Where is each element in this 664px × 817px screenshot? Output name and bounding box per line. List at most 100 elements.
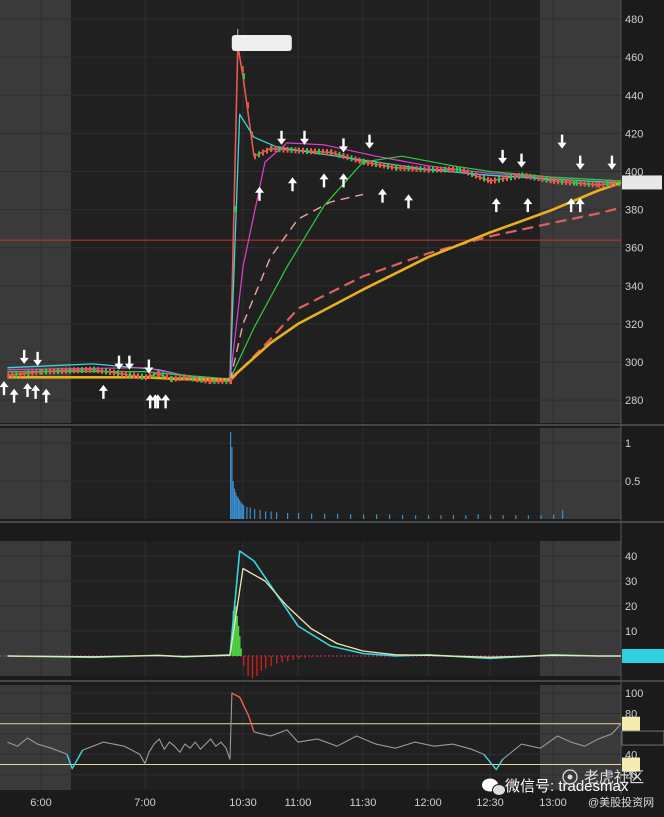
price-candle bbox=[375, 161, 377, 168]
price-axis-tick-label: 380 bbox=[625, 205, 643, 217]
price-candle bbox=[367, 159, 369, 166]
price-candle bbox=[65, 367, 67, 374]
stock-chart[interactable]: 2803003203403603804004204404604800.51102… bbox=[0, 0, 664, 817]
volume-bar bbox=[350, 514, 352, 519]
price-candle bbox=[350, 155, 353, 162]
price-candle bbox=[314, 148, 316, 155]
price-candle bbox=[565, 179, 567, 186]
price-candle bbox=[187, 374, 190, 381]
price-candle bbox=[440, 166, 442, 173]
volume-bar bbox=[311, 513, 313, 519]
price-candle bbox=[583, 180, 586, 187]
price-candle bbox=[196, 376, 199, 383]
price-candle bbox=[61, 367, 63, 374]
volume-bar bbox=[402, 515, 404, 519]
volume-bar bbox=[265, 511, 267, 519]
price-candle bbox=[278, 146, 281, 153]
price-candle bbox=[459, 166, 461, 173]
price-candle bbox=[11, 371, 14, 378]
macd-histogram-bar bbox=[317, 656, 319, 657]
volume-bar bbox=[233, 488, 236, 519]
price-candle bbox=[525, 173, 528, 180]
price-candle bbox=[448, 166, 450, 173]
macd-histogram-bar bbox=[281, 656, 283, 663]
price-candle bbox=[363, 158, 365, 165]
volume-bar bbox=[276, 512, 278, 519]
price-candle bbox=[423, 166, 426, 173]
price-candle bbox=[510, 174, 512, 181]
price-candle bbox=[121, 370, 123, 377]
price-candle bbox=[490, 178, 492, 185]
volume-bar bbox=[428, 515, 430, 519]
price-candle bbox=[254, 153, 256, 160]
price-candle bbox=[85, 366, 87, 373]
volume-bar bbox=[240, 502, 242, 519]
price-candle bbox=[73, 367, 75, 374]
macd-histogram-bar bbox=[237, 626, 240, 656]
price-candle bbox=[270, 145, 273, 152]
price-candle bbox=[157, 370, 160, 377]
price-candle bbox=[241, 66, 244, 73]
price-candle bbox=[230, 378, 232, 385]
volume-bar bbox=[502, 515, 504, 519]
price-candle bbox=[31, 369, 34, 376]
macd-histogram-bar bbox=[324, 656, 326, 657]
price-candle bbox=[174, 375, 177, 382]
price-axis-tick-label: 360 bbox=[625, 243, 643, 255]
price-candle bbox=[69, 367, 71, 374]
price-axis-tick-label: 320 bbox=[625, 319, 643, 331]
price-candle bbox=[97, 367, 99, 374]
price-candle bbox=[533, 174, 536, 181]
price-candle bbox=[573, 179, 575, 186]
price-candle bbox=[322, 148, 324, 155]
volume-bar bbox=[527, 515, 529, 519]
price-candle bbox=[298, 147, 300, 154]
volume-bar bbox=[562, 509, 564, 519]
price-candle bbox=[330, 149, 333, 156]
price-candle bbox=[553, 178, 555, 185]
price-candle bbox=[514, 173, 516, 180]
volume-bar bbox=[235, 492, 237, 519]
price-candle bbox=[415, 165, 418, 172]
macd-histogram-bar bbox=[239, 636, 241, 656]
volume-bar bbox=[232, 481, 234, 519]
price-candle bbox=[579, 180, 582, 187]
price-candle bbox=[342, 152, 345, 159]
price-candle bbox=[537, 175, 540, 182]
time-axis-label: 12:30 bbox=[476, 797, 504, 809]
price-candle bbox=[463, 168, 465, 175]
time-axis-label: 12:00 bbox=[414, 797, 442, 809]
volume-bar bbox=[490, 515, 492, 519]
price-candle bbox=[57, 367, 59, 374]
price-candle bbox=[506, 175, 508, 182]
price-candle bbox=[610, 180, 613, 187]
volume-bar bbox=[287, 512, 289, 519]
volume-bar bbox=[241, 503, 243, 519]
time-axis-label: 10:30 bbox=[229, 797, 257, 809]
price-candle bbox=[487, 176, 489, 183]
price-candle bbox=[178, 374, 181, 381]
price-candle bbox=[15, 371, 18, 378]
price-candle bbox=[379, 161, 381, 168]
price-candle bbox=[133, 372, 135, 379]
price-candle bbox=[618, 180, 621, 187]
price-candle bbox=[290, 147, 293, 154]
price-candle bbox=[274, 145, 277, 152]
volume-bar bbox=[236, 496, 238, 519]
price-candle bbox=[53, 368, 55, 375]
price-candle bbox=[191, 375, 194, 382]
last-price-tag bbox=[622, 175, 662, 190]
price-candle bbox=[358, 157, 361, 164]
price-candle bbox=[221, 378, 224, 385]
macd-histogram-bar bbox=[236, 616, 238, 656]
volume-bar bbox=[477, 514, 479, 519]
macd-last-tag bbox=[622, 649, 664, 663]
price-candle bbox=[326, 149, 328, 156]
volume-bar bbox=[243, 505, 245, 519]
price-candle bbox=[494, 177, 496, 184]
volume-bar bbox=[298, 512, 300, 519]
macd-histogram-bar bbox=[240, 648, 242, 656]
after-hours-shade bbox=[540, 428, 621, 519]
price-candle bbox=[399, 164, 402, 171]
price-candle bbox=[334, 150, 337, 157]
